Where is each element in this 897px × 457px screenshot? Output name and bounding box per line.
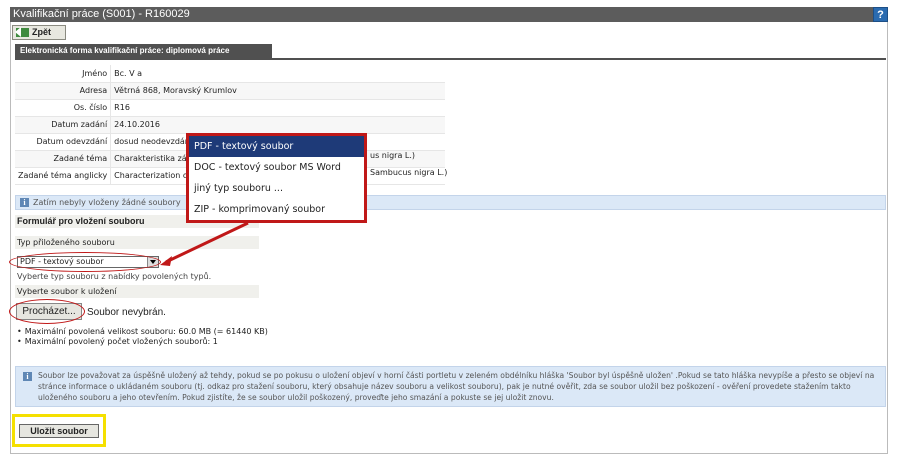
dropdown-option-doc[interactable]: DOC - textový soubor MS Word [189,157,364,178]
file-type-dropdown-list: PDF - textový soubor DOC - textový soubo… [186,133,367,223]
dropdown-option-pdf[interactable]: PDF - textový soubor [189,136,364,157]
dropdown-option-zip[interactable]: ZIP - komprimovaný soubor [189,199,364,220]
annotation-arrow [160,221,249,266]
dropdown-option-other[interactable]: jiný typ souboru ... [189,178,364,199]
